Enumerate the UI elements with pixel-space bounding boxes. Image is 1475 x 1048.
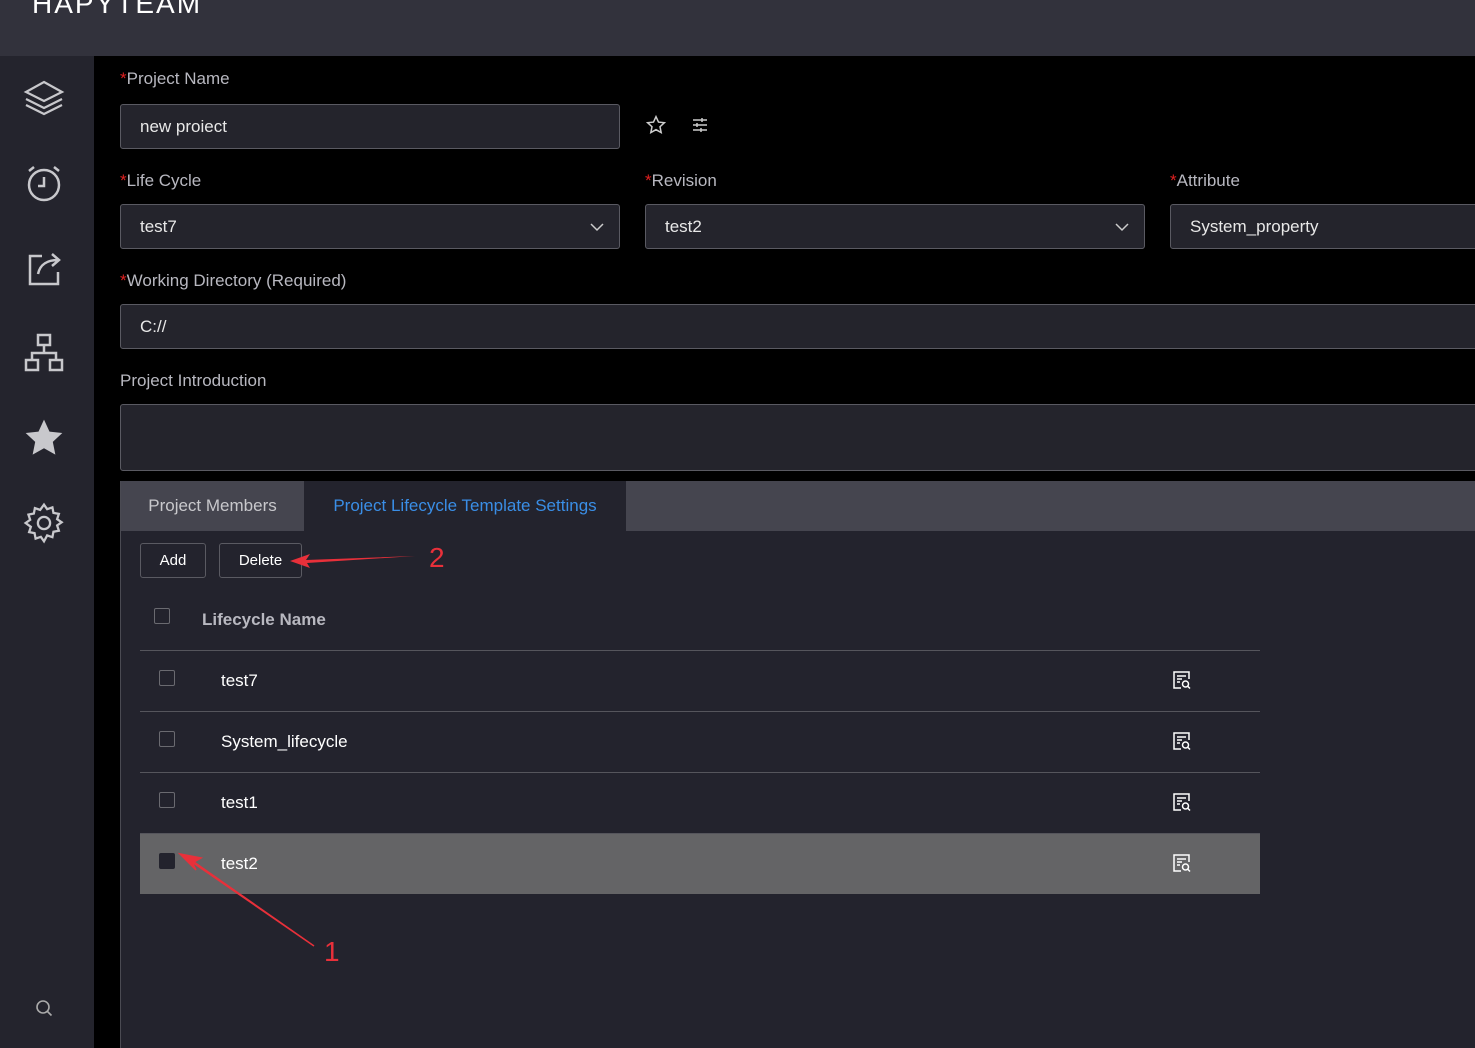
annotation-overlay	[177, 554, 415, 947]
annotation-arrow-1	[177, 852, 315, 947]
annotation-label-1: 1	[324, 936, 340, 967]
annotation-arrow-2	[290, 554, 415, 568]
annotation-label-2: 2	[429, 542, 445, 573]
